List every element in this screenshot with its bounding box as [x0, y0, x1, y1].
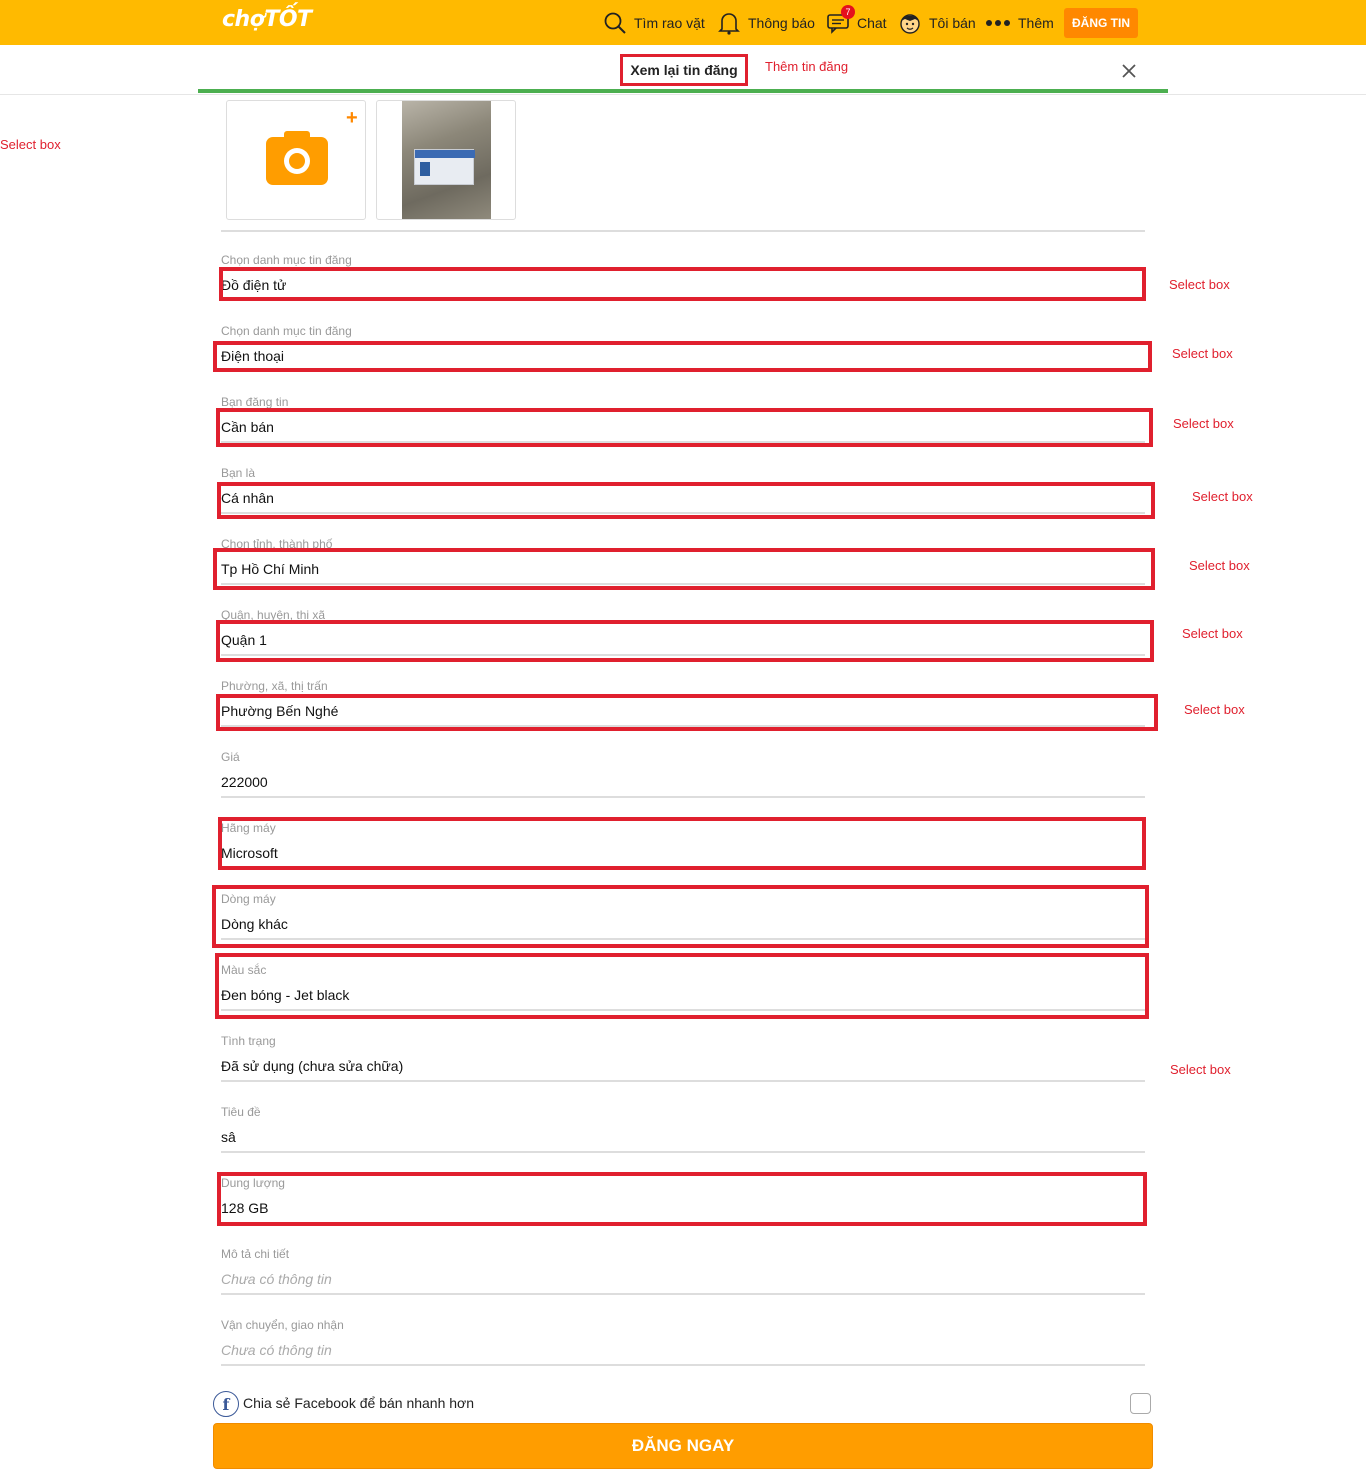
more-dots-icon [984, 10, 1012, 36]
annotation-box [213, 548, 1155, 590]
annotation-box [213, 341, 1152, 372]
annotation-box [216, 408, 1153, 447]
annotation-note: Select box [1169, 277, 1230, 292]
annotation-box [219, 267, 1146, 301]
facebook-share-label: Chia sẻ Facebook để bán nhanh hơn [243, 1395, 475, 1411]
annotation-box [218, 817, 1146, 870]
chat-badge: 7 [841, 5, 855, 19]
field-label: Mô tả chi tiết [221, 1247, 290, 1261]
field-label: Chọn danh mục tin đăng [221, 253, 352, 267]
annotation-note: Select box [1182, 626, 1243, 641]
submit-button[interactable]: ĐĂNG NGAY [213, 1423, 1153, 1469]
tab-preview[interactable]: Xem lại tin đăng [620, 54, 748, 86]
nav-chat[interactable]: Chat [825, 0, 887, 45]
annotation-box [215, 953, 1149, 1019]
logo[interactable]: chợTỐT [222, 7, 312, 32]
nav-my-ads[interactable]: Tôi bán [897, 0, 976, 45]
facebook-share-checkbox[interactable] [1130, 1393, 1151, 1414]
avatar-icon [897, 10, 923, 36]
id-card-photo [402, 101, 491, 219]
field-label: Tình trạng [221, 1034, 276, 1048]
field-label: Phường, xã, thị trấn [221, 679, 328, 693]
nav-my-ads-label: Tôi bán [929, 14, 976, 31]
left-annotation: Select box [0, 137, 61, 152]
field-label: Vận chuyển, giao nhận [221, 1318, 344, 1332]
annotation-box [216, 620, 1154, 662]
annotation-note: Select box [1173, 416, 1234, 431]
progress-bar [198, 89, 1168, 93]
add-photo-button[interactable]: + [226, 100, 366, 220]
bell-icon [716, 10, 742, 36]
annotation-note: Select box [1189, 558, 1250, 573]
field-value: Chưa có thông tin [221, 1342, 332, 1358]
id-card-image [414, 149, 475, 185]
annotation-note: Select box [1170, 1062, 1231, 1077]
field-value: sâ [221, 1129, 236, 1145]
annotation-box [212, 885, 1149, 948]
close-icon[interactable] [1119, 61, 1139, 81]
field-value: 222000 [221, 774, 268, 790]
nav-more[interactable]: Thêm [984, 0, 1054, 45]
divider [221, 230, 1145, 232]
top-bar: chợTỐT Tìm rao vặt Thông báo Chat 7 Tôi … [0, 0, 1366, 45]
annotation-box [216, 694, 1158, 731]
annotation-note: Select box [1172, 346, 1233, 361]
field-value: Đã sử dụng (chưa sửa chữa) [221, 1058, 404, 1074]
nav-search-label: Tìm rao vặt [634, 14, 705, 31]
field-label: Bạn đăng tin [221, 395, 289, 409]
annotation-note: Select box [1192, 489, 1253, 504]
annotation-box [217, 1172, 1147, 1226]
field-value: Chưa có thông tin [221, 1271, 332, 1287]
tab-add-annotation: Thêm tin đăng [765, 59, 849, 74]
nav-chat-label: Chat [857, 14, 887, 31]
annotation-note: Select box [1184, 702, 1245, 717]
search-icon [602, 10, 628, 36]
post-ad-button[interactable]: ĐĂNG TIN [1064, 8, 1138, 38]
nav-more-label: Thêm [1018, 14, 1054, 31]
plus-icon: + [346, 107, 358, 129]
field-label: Bạn là [221, 466, 256, 480]
field-label: Chọn danh mục tin đăng [221, 324, 352, 338]
camera-icon [266, 131, 328, 190]
annotation-box [217, 482, 1155, 519]
field-label: Tiêu đề [221, 1105, 261, 1119]
nav-notifications-label: Thông báo [748, 14, 815, 31]
nav-search[interactable]: Tìm rao vặt [602, 0, 705, 45]
nav-notifications[interactable]: Thông báo [716, 0, 815, 45]
field-label: Giá [221, 750, 240, 764]
facebook-icon: f [213, 1391, 239, 1417]
facebook-share-row: f Chia sẻ Facebook để bán nhanh hơn [213, 1390, 1153, 1418]
